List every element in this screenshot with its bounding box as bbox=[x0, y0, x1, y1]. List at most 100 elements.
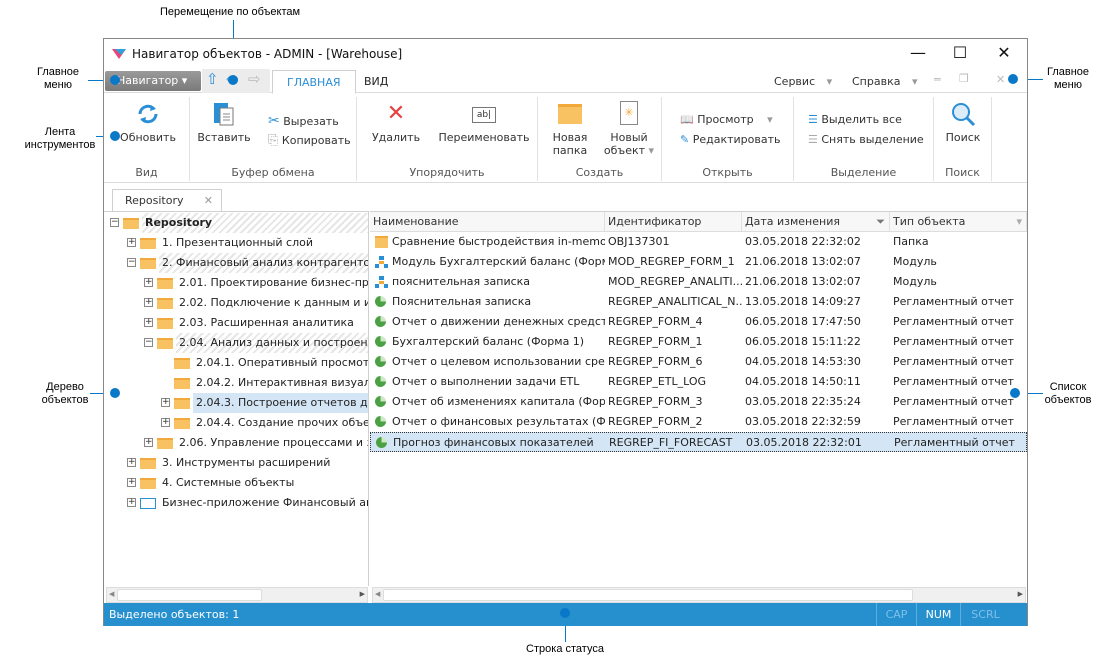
caps-lock-indicator: CAP bbox=[876, 603, 916, 626]
expand-icon[interactable]: + bbox=[127, 458, 136, 467]
list-row[interactable]: Отчет о финансовых результатах (Фо... REG… bbox=[370, 412, 1027, 432]
tree-node-label: 2.06. Управление процессами и задачами bbox=[179, 436, 368, 449]
paste-button[interactable]: Вставить bbox=[196, 101, 252, 144]
tree-node-label: 4. Системные объекты bbox=[162, 476, 295, 489]
list-row[interactable]: Отчет о выполнении задачи ETL REGREP_ETL_… bbox=[370, 372, 1027, 392]
copy-button[interactable]: ⎘ Копировать bbox=[268, 133, 351, 148]
close-tab-icon[interactable]: ✕ bbox=[204, 194, 213, 207]
list-row[interactable]: Отчет о целевом использовании средс...RE… bbox=[370, 352, 1027, 372]
tree-node[interactable]: +2.02. Подключение к данным и их преобра… bbox=[104, 293, 368, 313]
expand-icon[interactable]: + bbox=[127, 498, 136, 507]
chevron-down-icon: ▾ bbox=[648, 144, 655, 157]
close-button[interactable]: ✕ bbox=[984, 43, 1024, 65]
scrollbar-thumb[interactable] bbox=[383, 589, 913, 601]
expand-icon[interactable]: + bbox=[161, 398, 170, 407]
cell-id: MOD_REGREP_ANALITI... bbox=[608, 275, 742, 288]
tree-node[interactable]: +4. Системные объекты bbox=[104, 473, 368, 493]
ribbon-group-create: Новая папка ✳ Новый объект ▾ Создать bbox=[538, 97, 662, 181]
list-row[interactable]: Пояснительная записка REGREP_ANALITICAL_N… bbox=[370, 292, 1027, 312]
tree-node-label: 2.02. Подключение к данным и их преобраз… bbox=[179, 296, 368, 309]
report-icon bbox=[375, 416, 386, 427]
tree-node[interactable]: − 2.04. Анализ данных и построение отчето… bbox=[104, 333, 368, 353]
cell-date: 21.06.2018 13:02:07 bbox=[745, 255, 861, 268]
rename-button[interactable]: ab| Переименовать bbox=[437, 101, 531, 144]
tree-node[interactable]: +2.01. Проектирование бизнес-приложений bbox=[104, 273, 368, 293]
list-row[interactable]: Сравнение быстродействия in-memory OBJ137… bbox=[370, 232, 1027, 252]
forward-arrow-icon[interactable]: ⇨ bbox=[248, 70, 261, 88]
service-menu[interactable]: Сервис ▾ bbox=[774, 75, 832, 88]
expand-icon[interactable]: + bbox=[144, 318, 153, 327]
chevron-down-icon: ▾ bbox=[767, 113, 773, 126]
tab-home[interactable]: ГЛАВНАЯ bbox=[272, 70, 356, 94]
tree-node[interactable]: 2.04.2. Интерактивная визуализация bbox=[104, 373, 369, 393]
list-row[interactable]: Отчет об изменениях капитала (Форм... REG… bbox=[370, 392, 1027, 412]
list-horizontal-scrollbar[interactable]: ◀ ▶ bbox=[372, 587, 1026, 603]
column-header-name[interactable]: Наименование bbox=[370, 212, 605, 232]
tree-node[interactable]: +2.03. Расширенная аналитика bbox=[104, 313, 368, 333]
tab-view[interactable]: ВИД bbox=[350, 70, 402, 94]
tree-node-label: 2.04.2. Интерактивная визуализация bbox=[196, 376, 369, 389]
expand-icon[interactable]: + bbox=[127, 238, 136, 247]
expand-icon[interactable]: + bbox=[161, 418, 170, 427]
column-header-id[interactable]: Идентификатор bbox=[605, 212, 742, 232]
collapse-icon[interactable]: − bbox=[110, 218, 119, 227]
deselect-icon: ☰ bbox=[808, 133, 818, 146]
callout-dot bbox=[110, 131, 120, 141]
expand-icon[interactable]: + bbox=[144, 278, 153, 287]
group-label: Создать bbox=[575, 166, 624, 179]
search-button[interactable]: Поиск bbox=[938, 101, 988, 144]
cell-date: 13.05.2018 14:09:27 bbox=[745, 295, 861, 308]
new-object-button[interactable]: ✳ Новый объект ▾ bbox=[600, 101, 658, 157]
search-label: Поиск bbox=[945, 131, 981, 144]
column-header-type[interactable]: Тип объекта ▾ bbox=[890, 212, 1027, 232]
mdi-minimize-icon[interactable]: ═ bbox=[934, 73, 941, 86]
maximize-button[interactable]: ☐ bbox=[940, 43, 980, 65]
report-icon bbox=[375, 336, 386, 347]
expand-icon[interactable]: + bbox=[144, 298, 153, 307]
annotation-tree: Дерево объектов bbox=[41, 381, 89, 406]
mdi-restore-icon[interactable]: ❐ bbox=[959, 72, 969, 85]
expand-icon[interactable]: + bbox=[127, 478, 136, 487]
tree-horizontal-scrollbar[interactable]: ◀ ▶ bbox=[106, 587, 368, 603]
minimize-button[interactable]: — bbox=[898, 43, 938, 65]
tree-node[interactable]: +1. Презентационный слой bbox=[104, 233, 368, 253]
folder-icon bbox=[174, 378, 190, 389]
report-icon bbox=[375, 356, 386, 367]
view-button[interactable]: 📖 Просмотр ▾ bbox=[680, 113, 773, 126]
refresh-button[interactable]: Обновить bbox=[118, 101, 178, 144]
list-row[interactable]: пояснительная записка MOD_REGREP_ANALITI.… bbox=[370, 272, 1027, 292]
tree-node[interactable]: +2.04.3. Построение отчетов для анализа bbox=[104, 393, 368, 413]
folder-icon bbox=[558, 104, 582, 124]
mdi-close-icon[interactable]: ✕ bbox=[996, 73, 1005, 86]
tree-node[interactable]: − 2. Финансовый анализ контрагентов bbox=[104, 253, 368, 273]
list-row[interactable]: Бухгалтерский баланс (Форма 1) REGREP_FOR… bbox=[370, 332, 1027, 352]
tree-node[interactable]: + Бизнес-приложение Финансовый анализ bbox=[104, 493, 368, 513]
tree-node[interactable]: − Repository bbox=[104, 213, 368, 233]
edit-button[interactable]: ✎ Редактировать bbox=[680, 133, 781, 146]
cut-button[interactable]: ✂ Вырезать bbox=[268, 113, 339, 129]
list-row[interactable]: Модуль Бухгалтерский баланс (Форма 1)MOD… bbox=[370, 252, 1027, 272]
annotation-navigation: Перемещение по объектам bbox=[160, 6, 301, 18]
select-all-button[interactable]: ☰ Выделить все bbox=[808, 113, 902, 126]
tree-node[interactable]: +3. Инструменты расширений bbox=[104, 453, 368, 473]
tree-node[interactable]: +2.06. Управление процессами и задачами bbox=[104, 433, 368, 453]
filter-icon[interactable]: ⏷ bbox=[876, 212, 885, 231]
up-arrow-icon[interactable]: ⇧ bbox=[206, 70, 219, 88]
list-row[interactable]: Отчет о движении денежных средств ... REG… bbox=[370, 312, 1027, 332]
delete-button[interactable]: ✕ Удалить bbox=[371, 101, 421, 144]
pencil-icon: ✎ bbox=[680, 133, 690, 146]
tree-node[interactable]: +2.04.4. Создание прочих объектов bbox=[104, 413, 368, 433]
new-folder-button[interactable]: Новая папка bbox=[546, 101, 594, 157]
collapse-icon[interactable]: − bbox=[144, 338, 153, 347]
column-header-date[interactable]: Дата изменения ⏷ bbox=[742, 212, 890, 232]
tab-repository[interactable]: Repository ✕ bbox=[112, 189, 222, 211]
tree-node[interactable]: 2.04.1. Оперативный просмотр и анализ bbox=[104, 353, 368, 373]
search-icon bbox=[952, 103, 976, 127]
help-menu[interactable]: Справка ▾ bbox=[852, 75, 918, 88]
expand-icon[interactable]: + bbox=[144, 438, 153, 447]
group-label: Буфер обмена bbox=[231, 166, 315, 179]
deselect-button[interactable]: ☰ Снять выделение bbox=[808, 133, 924, 146]
collapse-icon[interactable]: − bbox=[127, 258, 136, 267]
list-row[interactable]: Прогноз финансовых показателей REGREP_FI_… bbox=[370, 432, 1027, 452]
scrollbar-thumb[interactable] bbox=[117, 589, 262, 601]
